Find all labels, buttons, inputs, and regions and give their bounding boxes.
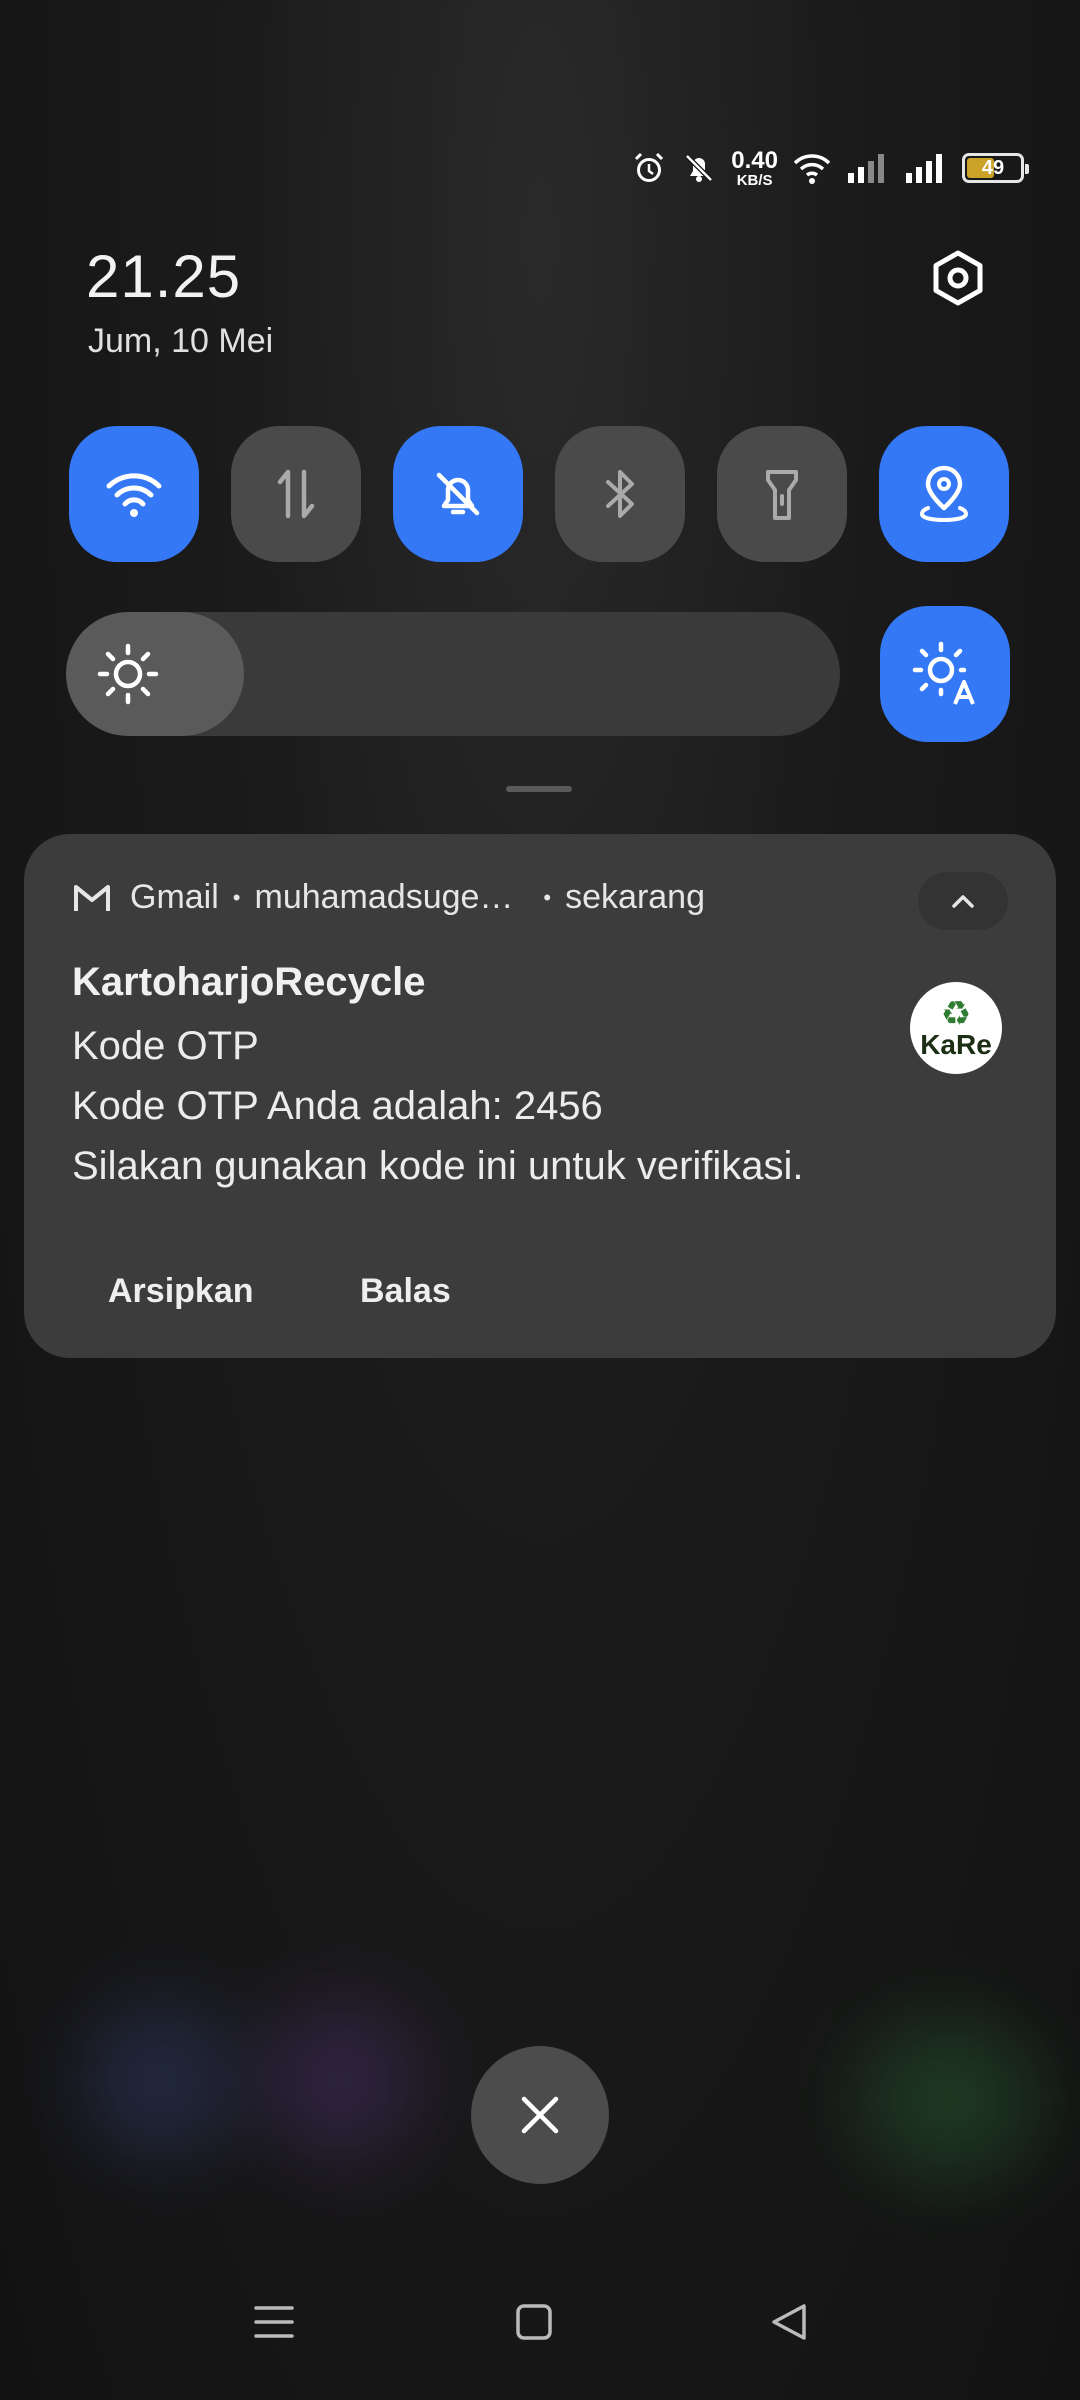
recents-button[interactable] xyxy=(252,2300,296,2344)
network-speed-unit: KB/S xyxy=(736,171,773,189)
settings-button[interactable] xyxy=(924,244,992,312)
signal-icon xyxy=(846,151,890,185)
wifi-icon xyxy=(792,151,832,185)
notification-account: muhamadsuge… xyxy=(254,878,514,916)
notification-subject: Kode OTP xyxy=(72,1024,259,1068)
brightness-icon xyxy=(96,642,160,711)
home-icon xyxy=(516,2304,552,2340)
battery-level: 49 xyxy=(981,156,1005,179)
notification-body-line-2: Silakan gunakan kode ini untuk verifikas… xyxy=(72,1144,804,1188)
blurred-app-icon xyxy=(80,2000,240,2160)
drag-handle[interactable] xyxy=(506,786,572,792)
clock-time: 21.25 xyxy=(86,243,242,310)
tile-silent-mode[interactable] xyxy=(393,426,523,562)
silent-mode-icon xyxy=(436,472,480,516)
mobile-data-icon xyxy=(277,469,315,519)
separator-dot: • xyxy=(543,884,552,910)
clear-all-button[interactable] xyxy=(471,2046,609,2184)
network-speed: 0.40 KB/S xyxy=(731,146,778,189)
recycle-icon: ♻ xyxy=(940,995,972,1033)
reply-button[interactable]: Balas xyxy=(360,1272,451,1311)
bluetooth-icon xyxy=(606,470,634,518)
notification-body-line-1: Kode OTP Anda adalah: 2456 xyxy=(72,1084,603,1128)
archive-button[interactable]: Arsipkan xyxy=(108,1272,254,1311)
signal-icon xyxy=(904,151,948,185)
tile-bluetooth[interactable] xyxy=(555,426,685,562)
collapse-button[interactable] xyxy=(918,872,1008,930)
mute-icon xyxy=(681,150,717,186)
notification-time: sekarang xyxy=(565,878,705,916)
auto-brightness-icon xyxy=(912,641,975,705)
tile-flashlight[interactable] xyxy=(717,426,847,562)
sender-avatar: ♻ KaRe xyxy=(910,982,1002,1074)
gear-icon xyxy=(933,250,983,306)
clock-date: Jum, 10 Mei xyxy=(88,322,274,360)
location-icon xyxy=(919,465,969,523)
battery-icon: 49 xyxy=(962,153,1029,183)
gmail-icon xyxy=(72,883,112,913)
gmail-notification[interactable]: Gmail • muhamadsuge… • sekarang Kartohar… xyxy=(24,834,1056,1358)
network-speed-value: 0.40 xyxy=(731,146,778,174)
wifi-icon xyxy=(106,473,162,517)
home-button[interactable] xyxy=(512,2300,556,2344)
close-icon xyxy=(521,2096,559,2134)
notification-sender: KartoharjoRecycle xyxy=(72,960,426,1004)
quick-settings-tiles xyxy=(69,426,1009,562)
alarm-icon xyxy=(631,150,667,186)
tile-wifi[interactable] xyxy=(69,426,199,562)
back-button[interactable] xyxy=(768,2300,812,2344)
blurred-app-icon xyxy=(260,2000,420,2160)
menu-icon xyxy=(254,2306,294,2338)
avatar-logo-text: KaRe xyxy=(920,1029,992,1060)
notification-app-name: Gmail xyxy=(130,878,219,916)
chevron-up-icon xyxy=(952,895,974,908)
notification-header: Gmail • muhamadsuge… • sekarang xyxy=(72,878,705,917)
blurred-app-icon xyxy=(860,2020,1040,2180)
auto-brightness-button[interactable] xyxy=(880,606,1010,742)
separator-dot: • xyxy=(232,884,241,910)
tile-mobile-data[interactable] xyxy=(231,426,361,562)
brightness-slider[interactable] xyxy=(66,612,840,736)
back-icon xyxy=(772,2304,806,2340)
status-bar: 0.40 KB/S 49 xyxy=(631,140,1029,196)
tile-location[interactable] xyxy=(879,426,1009,562)
flashlight-icon xyxy=(766,470,798,520)
